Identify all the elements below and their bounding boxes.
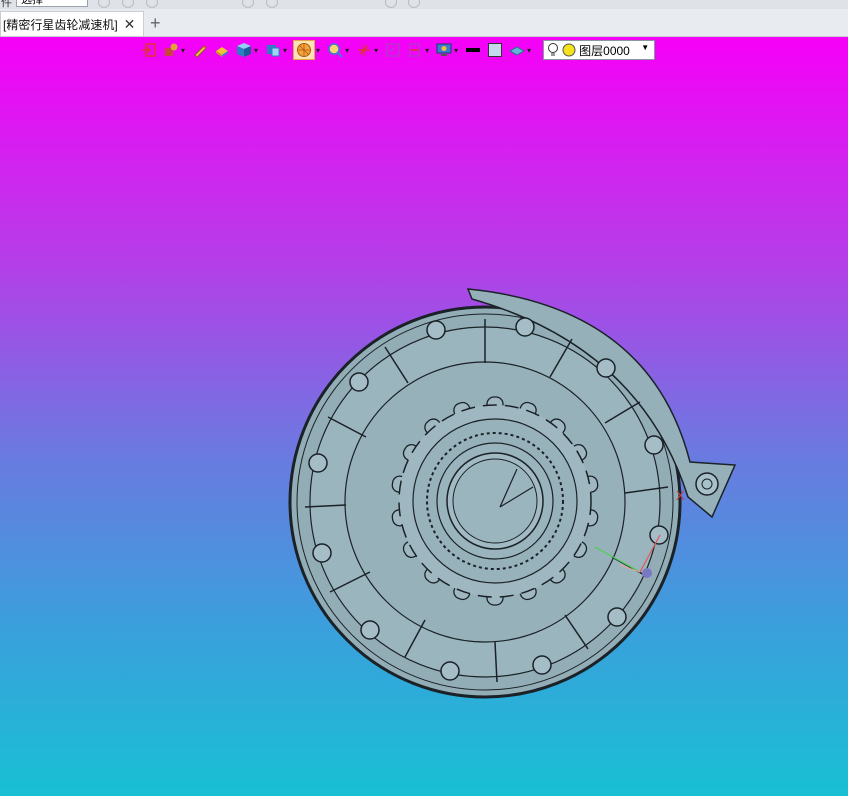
chevron-down-icon[interactable]: ▾ <box>425 46 429 55</box>
layer-select[interactable]: 图层0000 ▼ <box>543 40 656 60</box>
layer-plane-icon[interactable] <box>508 41 526 59</box>
planetary-reducer-model[interactable]: X <box>270 277 750 707</box>
topbar-label: 件 <box>1 0 12 9</box>
top-toolbar-strip: 件 选择 <box>0 0 848 9</box>
selection-filter-select[interactable]: 选择 <box>16 0 88 7</box>
pencil-icon[interactable] <box>191 41 209 59</box>
chevron-down-icon: ▼ <box>641 43 650 52</box>
section-view-icon[interactable] <box>384 41 402 59</box>
toolbar-ghost-icon[interactable] <box>408 0 420 8</box>
chevron-down-icon[interactable]: ▾ <box>454 46 458 55</box>
monitor-icon[interactable] <box>435 41 453 59</box>
chevron-down-icon[interactable]: ▾ <box>254 46 258 55</box>
render-style-icon[interactable] <box>293 40 316 60</box>
toolbar-ghost-icon[interactable] <box>242 0 254 8</box>
layer-select-value: 图层0000 <box>579 43 630 58</box>
chevron-down-icon[interactable]: ▾ <box>527 46 531 55</box>
line-color-icon[interactable] <box>464 41 482 59</box>
chevron-down-icon[interactable]: ▾ <box>374 46 378 55</box>
clip-plane-icon[interactable] <box>406 41 424 59</box>
document-tab-title: [精密行星齿轮减速机] <box>3 17 118 32</box>
display-mode-icon[interactable] <box>264 41 282 59</box>
lightbulb-icon <box>548 43 559 56</box>
3d-viewport[interactable]: ▾ ▾ ▾ ▾ ▾ ▾ ▾ ▾ ▾ 图层0000 ▼ X <box>0 37 848 796</box>
toolbar-ghost-icon[interactable] <box>98 0 110 8</box>
x-axis-label: X <box>676 488 685 503</box>
shaded-cube-icon[interactable] <box>235 41 253 59</box>
chevron-down-icon[interactable]: ▾ <box>345 46 349 55</box>
toolbar-ghost-icon[interactable] <box>122 0 134 8</box>
exit-sketch-icon[interactable] <box>140 41 158 59</box>
new-tab-button[interactable]: + <box>150 13 161 34</box>
toolbar-ghost-icon[interactable] <box>266 0 278 8</box>
close-tab-icon[interactable]: ✕ <box>124 16 136 33</box>
layer-color-icon <box>562 43 576 57</box>
toolbar-ghost-icon[interactable] <box>146 0 158 8</box>
toolbar-ghost-icon[interactable] <box>385 0 397 8</box>
chevron-down-icon[interactable]: ▾ <box>283 46 287 55</box>
shaded-yellow-icon[interactable] <box>213 41 231 59</box>
face-color-icon[interactable] <box>486 41 504 59</box>
zoom-icon[interactable] <box>326 41 344 59</box>
axes-icon[interactable] <box>355 41 373 59</box>
document-tab[interactable]: [精密行星齿轮减速机] ✕ <box>0 11 144 36</box>
chevron-down-icon[interactable]: ▾ <box>316 46 320 55</box>
view-toolbar: ▾ ▾ ▾ ▾ ▾ ▾ ▾ ▾ ▾ 图层0000 ▼ <box>140 39 656 61</box>
document-tab-bar: [精密行星齿轮减速机] ✕ + <box>0 9 848 37</box>
view-orient-icon[interactable] <box>162 41 180 59</box>
chevron-down-icon[interactable]: ▾ <box>181 46 185 55</box>
